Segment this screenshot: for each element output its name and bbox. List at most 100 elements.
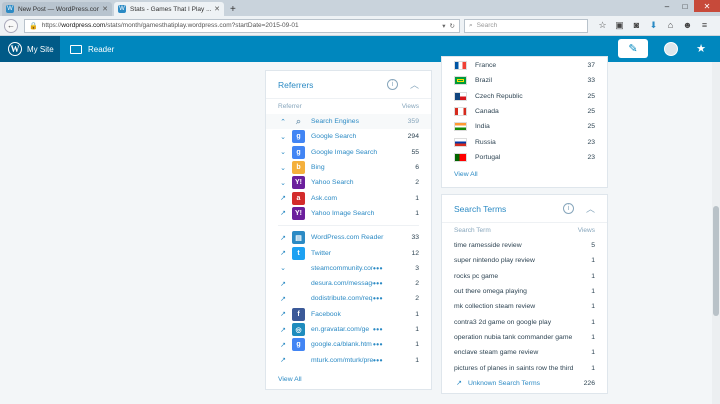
external-link-icon[interactable]: ↗ — [278, 280, 288, 288]
info-icon[interactable]: i — [562, 203, 574, 214]
search-term-row[interactable]: pictures of planes in saints row the thi… — [442, 360, 607, 375]
chevron-down-icon[interactable]: ⌄ — [278, 264, 288, 272]
maximize-icon[interactable]: □ — [676, 0, 694, 12]
referrer-row[interactable]: ↗ ▤ WordPress.com Reader 33 — [266, 230, 431, 245]
divider — [278, 225, 419, 227]
search-term-row[interactable]: rocks pc game 1 — [442, 269, 607, 284]
referrer-row[interactable]: ↗ f Facebook 1 — [266, 307, 431, 322]
search-term-row[interactable]: contra3 2d game on google play 1 — [442, 314, 607, 329]
country-row[interactable]: Russia 23 — [442, 134, 607, 149]
write-post-button[interactable]: ✎ — [618, 39, 648, 58]
back-arrow-icon[interactable]: ← — [4, 18, 18, 33]
chevron-down-icon[interactable]: ⌄ — [278, 164, 288, 172]
referrer-row[interactable]: ⌄ Y! Yahoo Search 2 — [266, 175, 431, 190]
info-icon[interactable]: i — [386, 79, 398, 90]
window-close-icon[interactable]: ✕ — [694, 0, 720, 12]
my-site-button[interactable]: W My Site — [0, 36, 60, 62]
search-term-row[interactable]: out there omega playing 1 — [442, 284, 607, 299]
tab-close-icon[interactable]: ✕ — [102, 5, 108, 13]
reader-button[interactable]: Reader — [70, 44, 114, 54]
download-icon[interactable]: ⬇ — [645, 20, 662, 31]
more-options-icon[interactable]: ••• — [373, 264, 397, 273]
referrer-row[interactable]: ⌄ g Google Search 294 — [266, 129, 431, 144]
tab-stats[interactable]: W Stats - Games That I Play ... ✕ — [114, 2, 224, 16]
search-input[interactable]: ⌕ Search — [464, 18, 588, 33]
clipboard-icon[interactable]: ▣ — [611, 20, 628, 31]
external-link-icon[interactable]: ↗ — [278, 326, 288, 334]
more-options-icon[interactable]: ••• — [373, 356, 397, 365]
country-row[interactable]: France 37 — [442, 58, 607, 73]
search-terms-title[interactable]: Search Terms — [454, 204, 563, 214]
chevron-down-icon[interactable]: ⌄ — [278, 133, 288, 141]
countries-view-all-link[interactable]: View All — [442, 165, 607, 186]
more-options-icon[interactable]: ••• — [373, 340, 397, 349]
twitter-icon: t — [292, 246, 305, 260]
search-term-row[interactable]: mk collection steam review 1 — [442, 299, 607, 314]
search-term-views: 1 — [591, 272, 595, 280]
minimize-icon[interactable]: – — [658, 0, 676, 12]
referrer-views: 2 — [415, 280, 419, 288]
search-term-views: 1 — [591, 333, 595, 341]
chevron-down-icon[interactable]: ⌄ — [278, 148, 288, 156]
dropdown-arrow-icon[interactable]: ▾ — [442, 22, 445, 30]
referrers-view-all-link[interactable]: View All — [266, 368, 431, 391]
referrers-title[interactable]: Referrers — [278, 80, 387, 90]
page-scrollbar[interactable] — [712, 62, 720, 404]
more-options-icon[interactable]: ••• — [373, 279, 397, 288]
referrer-views: 1 — [415, 194, 419, 202]
unknown-search-terms-row[interactable]: ↗ Unknown Search Terms 226 — [442, 376, 607, 391]
referrer-row[interactable]: ⌄ b Bing 6 — [266, 160, 431, 175]
external-link-icon[interactable]: ↗ — [278, 356, 288, 364]
tab-close-icon[interactable]: ✕ — [214, 5, 220, 13]
referrer-row[interactable]: ↗ Y! Yahoo Image Search 1 — [266, 206, 431, 221]
reload-icon[interactable]: ↻ — [450, 22, 455, 30]
tab-new-post[interactable]: W New Post — WordPress.com ✕ — [2, 2, 112, 16]
referrer-row[interactable]: ↗ mturk.com/mturk/previe••• 1 — [266, 352, 431, 367]
referrer-label: WordPress.com Reader — [311, 234, 384, 242]
external-link-icon[interactable]: ↗ — [278, 295, 288, 303]
scrollbar-thumb[interactable] — [713, 206, 719, 316]
bing-icon: b — [292, 161, 305, 175]
referrer-row[interactable]: ⌃ ⌕ Search Engines 359 — [266, 114, 431, 130]
referrer-row[interactable]: ↗ t Twitter 12 — [266, 245, 431, 260]
search-term-row[interactable]: super nintendo play review 1 — [442, 253, 607, 268]
referrer-row[interactable]: ⌄ g Google Image Search 55 — [266, 145, 431, 160]
external-link-icon[interactable]: ↗ — [278, 234, 288, 242]
more-options-icon[interactable]: ••• — [373, 325, 397, 334]
referrer-row[interactable]: ↗ ◎ en.gravatar.com/ge ••• 1 — [266, 322, 431, 337]
chevron-down-icon[interactable]: ⌄ — [278, 179, 288, 187]
chevron-up-icon[interactable]: ︿ — [586, 202, 595, 215]
search-term-row[interactable]: enclave steam game review 1 — [442, 345, 607, 360]
referrer-row[interactable]: ↗ g google.ca/blank.htm ••• 1 — [266, 337, 431, 352]
menu-icon[interactable]: ≡ — [696, 20, 713, 31]
referrer-row[interactable]: ↗ dodistribute.com/request••• 2 — [266, 291, 431, 306]
external-link-icon[interactable]: ↗ — [278, 209, 288, 217]
home-icon[interactable]: ⌂ — [662, 20, 679, 31]
external-link-icon[interactable]: ↗ — [278, 310, 288, 318]
more-options-icon[interactable]: ••• — [373, 294, 397, 303]
new-tab-button[interactable]: + — [230, 4, 236, 15]
country-row[interactable]: Brazil 33 — [442, 73, 607, 88]
chat-icon[interactable]: ☻ — [679, 20, 696, 31]
search-term-row[interactable]: time ramesside review 5 — [442, 238, 607, 253]
country-row[interactable]: India 25 — [442, 119, 607, 134]
external-link-icon[interactable]: ↗ — [454, 379, 464, 387]
chevron-up-icon[interactable]: ︿ — [410, 78, 419, 91]
chevron-up-icon[interactable]: ⌃ — [278, 118, 288, 126]
external-link-icon[interactable]: ↗ — [278, 194, 288, 202]
bookmark-star-icon[interactable]: ☆ — [594, 20, 611, 31]
country-row[interactable]: Czech Republic 25 — [442, 89, 607, 104]
search-term-row[interactable]: operation nubia tank commander game 1 — [442, 330, 607, 345]
external-link-icon[interactable]: ↗ — [278, 249, 288, 257]
url-bar[interactable]: 🔒 https://wordpress.com/stats/month/game… — [24, 18, 460, 33]
avatar[interactable] — [664, 41, 678, 56]
country-row[interactable]: Portugal 23 — [442, 150, 607, 165]
referrer-row[interactable]: ⌄ steamcommunity.com ••• 3 — [266, 261, 431, 276]
referrer-row[interactable]: ↗ desura.com/messages/m••• 2 — [266, 276, 431, 291]
country-row[interactable]: Canada 25 — [442, 104, 607, 119]
country-views: 23 — [587, 138, 595, 146]
notifications-icon[interactable]: ★ — [694, 42, 708, 56]
referrer-row[interactable]: ↗ a Ask.com 1 — [266, 190, 431, 205]
pocket-icon[interactable]: ◙ — [628, 20, 645, 31]
external-link-icon[interactable]: ↗ — [278, 341, 288, 349]
